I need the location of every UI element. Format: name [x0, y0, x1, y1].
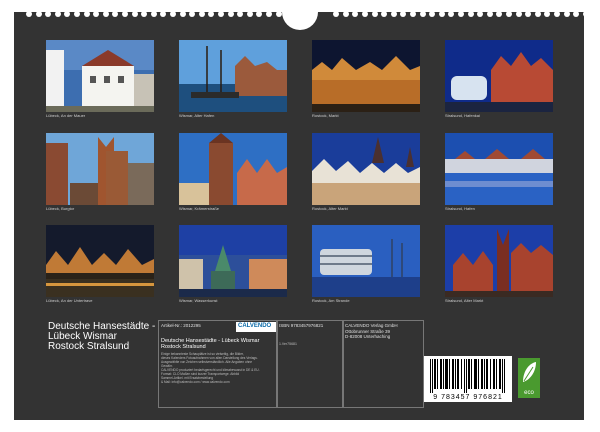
binding-hole: [64, 11, 71, 17]
binding-hole: [122, 11, 128, 17]
binding-hole: [534, 11, 541, 17]
photo-10: [179, 225, 287, 297]
binding-hole: [448, 11, 455, 17]
binding-hole: [554, 11, 560, 17]
photo-3: [312, 40, 420, 112]
barcode-bars-icon: [430, 359, 505, 393]
binding-hole: [362, 11, 368, 17]
binding-hole: [477, 11, 484, 17]
photo-1: [46, 40, 154, 112]
eco-badge: eco: [518, 358, 540, 398]
isbn-box: [276, 320, 344, 408]
binding-hole: [486, 11, 493, 17]
binding-hole: [246, 11, 253, 17]
photo-8: [445, 133, 553, 205]
binding-hole: [342, 11, 349, 17]
binding-hole: [515, 11, 522, 17]
description: Einige bekannteste Schauplätze ist so vi…: [161, 352, 260, 384]
photo-9: [46, 225, 154, 297]
photo-12: [445, 225, 553, 297]
photo-caption: Rostock, Am Strande: [312, 298, 350, 303]
binding-hole: [467, 11, 474, 17]
article-number: Artikel-Nr.: 2012295: [161, 323, 201, 328]
binding-hole: [150, 11, 157, 17]
binding-hole: [256, 11, 263, 17]
binding-hole: [496, 11, 503, 17]
photo-caption: Wismar, Alter Hafen: [179, 113, 215, 118]
binding-hole: [352, 11, 359, 17]
binding-hole: [227, 11, 234, 17]
calvendo-logo-text: CALVENDO: [238, 323, 272, 329]
calvendo-logo: CALVENDO: [236, 322, 276, 332]
photo-5: [46, 133, 154, 205]
barcode: 9 783457 976821: [424, 356, 512, 402]
photo-7: [312, 133, 420, 205]
binding-hole: [400, 11, 407, 17]
binding-hole: [93, 11, 100, 17]
leaf-icon: [523, 362, 536, 382]
binding-hole: [429, 11, 436, 17]
binding-hole: [45, 11, 52, 17]
photo-caption: Stralsund, Hafen: [445, 206, 475, 211]
photo-caption: Wismar, Krämerstraße: [179, 206, 220, 211]
photo-caption: Lübeck, An der Mauer: [46, 113, 86, 118]
binding-hole: [563, 11, 570, 17]
publisher-address: CALVENDO Verlag GmbH Ottobrunner Straße …: [345, 323, 398, 339]
binding-hole: [189, 11, 196, 17]
binding-hole: [381, 11, 388, 17]
binding-hole: [419, 11, 426, 17]
binding-hole: [160, 11, 167, 17]
small-code: 1.Ver75681: [279, 342, 297, 346]
eco-label: eco: [524, 390, 534, 396]
binding-hole: [506, 11, 512, 17]
binding-hole: [237, 11, 244, 17]
calendar-title: Deutsche Hansestädte - Lübeck Wismar Ros…: [48, 321, 156, 352]
photo-caption: Lübeck, Burgtor: [46, 206, 75, 211]
binding-hole: [198, 11, 205, 17]
binding-hole: [266, 11, 272, 17]
binding-hole: [458, 11, 464, 17]
binding-hole: [83, 11, 90, 17]
binding-hole: [131, 11, 138, 17]
binding-hole: [525, 11, 532, 17]
photo-caption: Rostock, Alter Markt: [312, 206, 348, 211]
binding-hole: [275, 11, 282, 17]
photo-caption: Stralsund, Hafenkai: [445, 113, 480, 118]
binding-hole: [573, 11, 580, 17]
binding-hole: [102, 11, 109, 17]
binding-hole: [544, 11, 551, 17]
photo-caption: Rostock, Markt: [312, 113, 339, 118]
binding-hole: [582, 11, 589, 17]
binding-hole: [35, 11, 42, 17]
binding-hole: [179, 11, 186, 17]
binding-hole: [141, 11, 148, 17]
binding-hole: [208, 11, 215, 17]
photo-caption: Lübeck, An der Untertrave: [46, 298, 93, 303]
binding-hole: [390, 11, 397, 17]
binding-hole: [74, 11, 80, 17]
binding-hole: [112, 11, 119, 17]
isbn: ISBN 9783457976821: [279, 323, 324, 328]
binding-hole: [170, 11, 176, 17]
photo-4: [445, 40, 553, 112]
binding-hole: [438, 11, 445, 17]
small-title: Deutsche Hansestädte - Lübeck Wismar Ros…: [161, 338, 260, 350]
photo-2: [179, 40, 287, 112]
photo-caption: Wismar, Wasserkunst: [179, 298, 218, 303]
photo-6: [179, 133, 287, 205]
binding-hole: [26, 11, 32, 17]
binding-hole: [333, 11, 340, 17]
binding-hole: [410, 11, 416, 17]
photo-11: [312, 225, 420, 297]
binding-hole: [54, 11, 61, 17]
binding-hole: [218, 11, 224, 17]
photo-caption: Stralsund, Alter Markt: [445, 298, 484, 303]
barcode-number: 9 783457 976821: [433, 394, 503, 401]
binding-hole: [371, 11, 378, 17]
